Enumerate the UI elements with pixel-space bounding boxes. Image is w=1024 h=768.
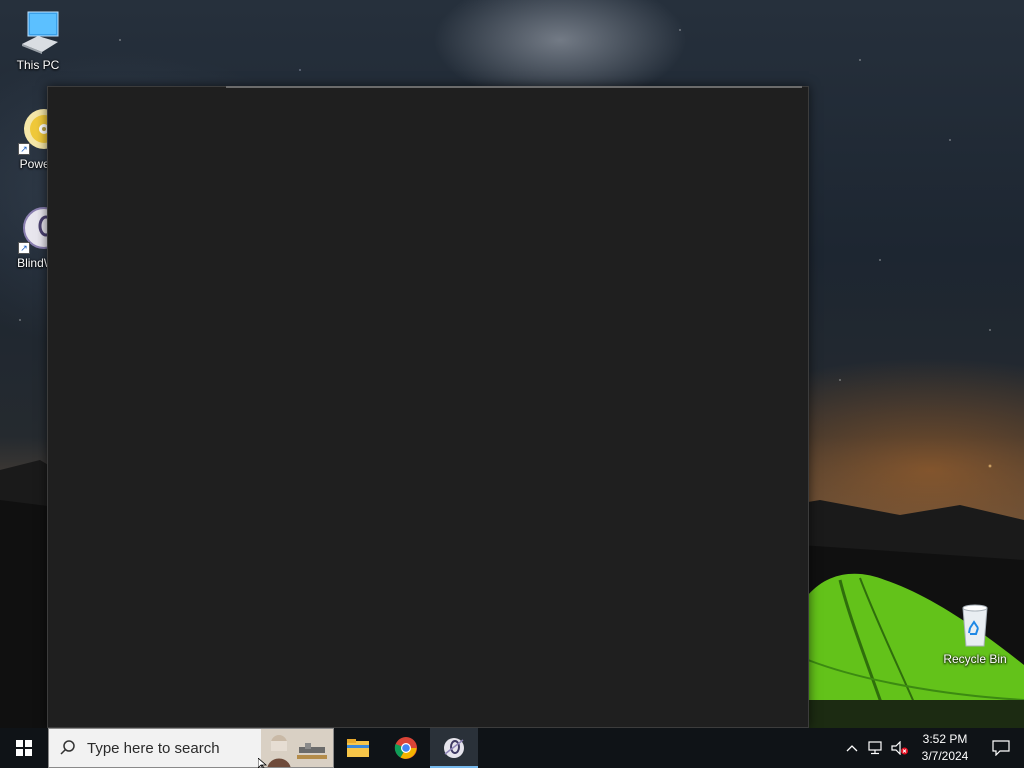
shortcut-arrow-icon: ↗ <box>18 143 30 155</box>
action-center-button[interactable] <box>978 728 1024 768</box>
windows-logo-icon <box>16 740 32 756</box>
blindwrite-icon <box>444 738 464 758</box>
tray-volume-button[interactable] <box>888 728 912 768</box>
search-placeholder: Type here to search <box>87 739 220 757</box>
desktop-icon-label: Recycle Bin <box>943 652 1007 666</box>
taskbar: Type here to search 3:52 PM 3/7/2024 <box>0 728 1024 768</box>
start-button[interactable] <box>0 728 48 768</box>
chrome-icon <box>394 737 417 759</box>
action-center-icon <box>992 740 1010 756</box>
taskbar-search-box[interactable]: Type here to search <box>48 728 334 768</box>
folder-icon <box>347 739 369 757</box>
clock-date: 3/7/2024 <box>921 749 969 763</box>
shortcut-arrow-icon: ↗ <box>18 242 30 254</box>
chevron-up-icon <box>846 745 858 752</box>
search-icon <box>49 739 87 757</box>
taskbar-chrome[interactable] <box>382 728 430 768</box>
recycle-bin-icon <box>951 602 999 650</box>
tray-overflow-button[interactable] <box>840 728 864 768</box>
volume-muted-icon <box>891 741 908 755</box>
computer-icon <box>14 8 62 56</box>
system-tray: 3:52 PM 3/7/2024 <box>840 728 1024 768</box>
app-window-blank[interactable] <box>47 86 809 728</box>
tray-network-button[interactable] <box>864 728 888 768</box>
search-highlight-image <box>261 729 333 767</box>
clock-time: 3:52 PM <box>922 732 968 746</box>
network-icon <box>868 741 882 755</box>
taskbar-clock[interactable]: 3:52 PM 3/7/2024 <box>912 728 978 768</box>
taskbar-file-explorer[interactable] <box>334 728 382 768</box>
desktop-icon-this-pc[interactable]: This PC <box>0 8 76 72</box>
desktop-icon-recycle-bin[interactable]: Recycle Bin <box>937 602 1013 666</box>
taskbar-blindwrite[interactable] <box>430 728 478 768</box>
window-top-edge <box>226 86 802 88</box>
desktop-icon-label: This PC <box>16 58 60 72</box>
mouse-cursor-icon <box>258 758 268 768</box>
